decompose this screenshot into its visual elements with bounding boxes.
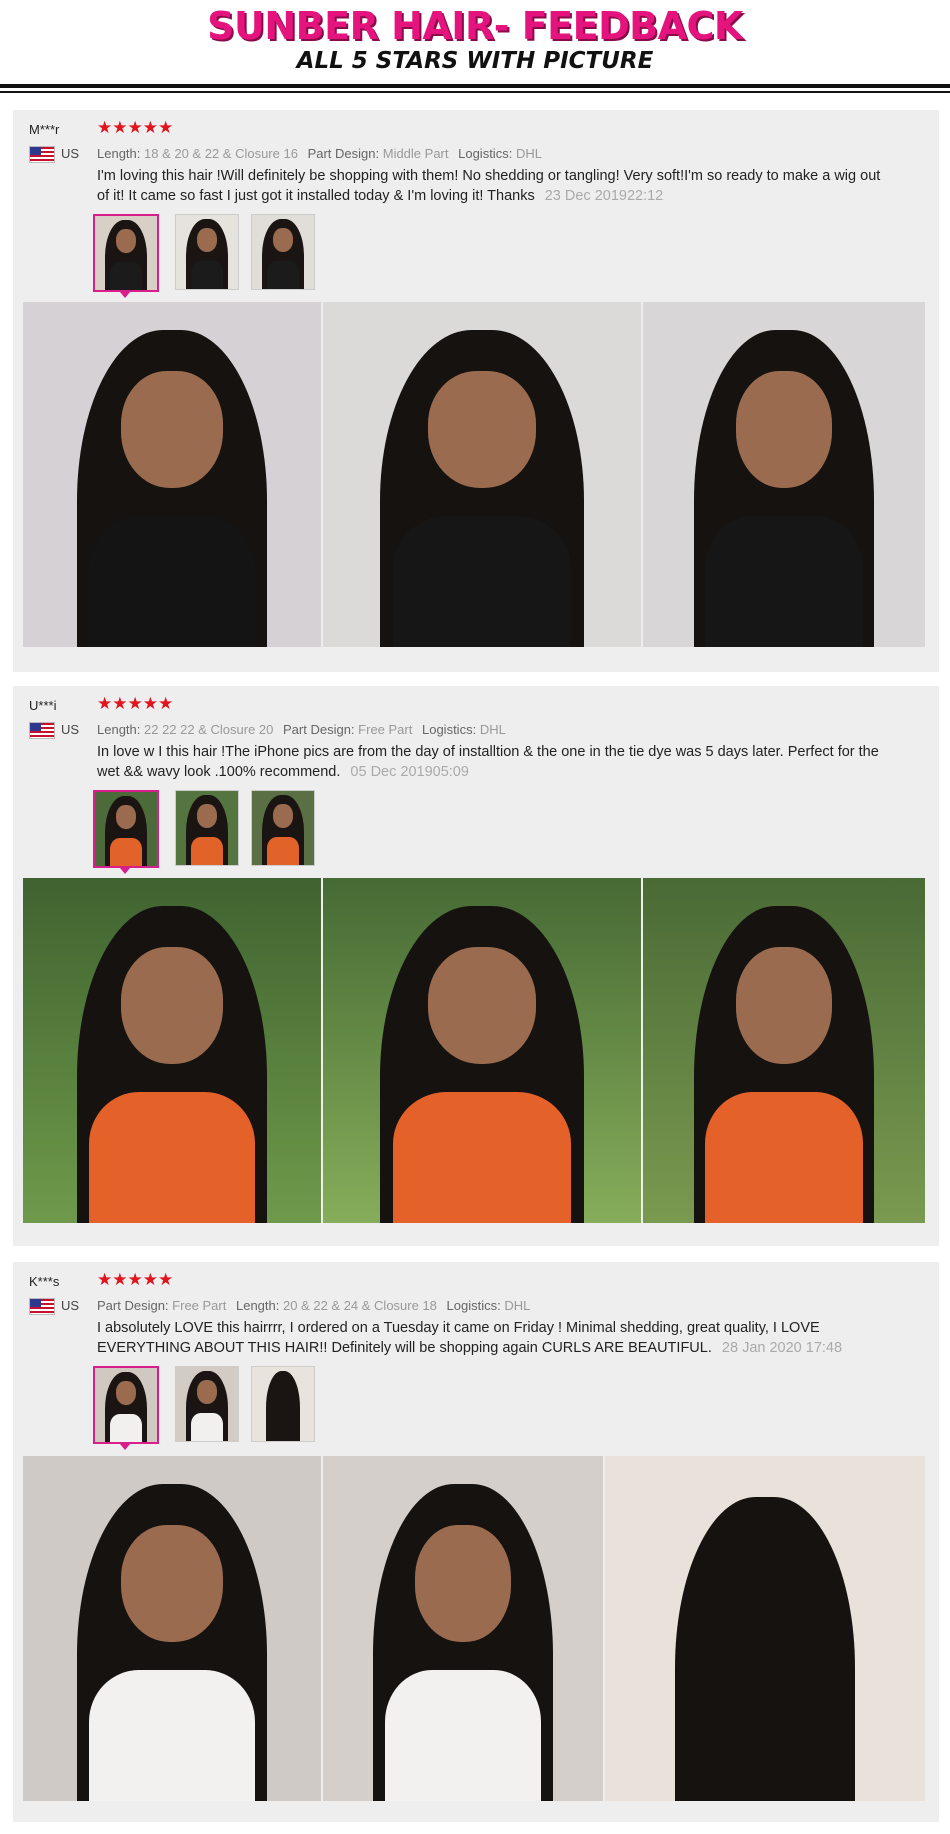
meta-value: Free Part <box>358 722 413 737</box>
reviewer-name: K***s <box>29 1274 60 1289</box>
meta-value: DHL <box>504 1298 531 1313</box>
meta-value: Middle Part <box>382 146 449 161</box>
reviewer-country: US <box>61 722 80 737</box>
review-thumbnail[interactable] <box>175 1366 239 1442</box>
selected-caret-icon <box>120 292 130 298</box>
meta-key: Length: <box>235 1298 280 1313</box>
photo-gallery <box>23 1456 925 1801</box>
meta-key: Logistics: <box>458 146 513 161</box>
page-subtitle: ALL 5 STARS WITH PICTURE <box>296 48 654 74</box>
page-header: SUNBER HAIR- FEEDBACK ALL 5 STARS WITH P… <box>0 0 950 95</box>
photo-gallery <box>23 302 925 647</box>
review-date: 28 Jan 2020 17:48 <box>721 1340 843 1356</box>
review-card: K***s US ★★★★★ Part Design: Free Part Le… <box>13 1262 939 1822</box>
review-body: I'm loving this hair !Will definitely be… <box>97 168 881 204</box>
meta-value: DHL <box>515 146 542 161</box>
meta-value: Free Part <box>172 1298 227 1313</box>
review-thumbnail[interactable] <box>175 790 239 866</box>
customer-photo[interactable] <box>23 878 321 1223</box>
header-divider-thin <box>0 91 950 93</box>
us-flag-icon <box>29 722 55 739</box>
meta-key: Logistics: <box>446 1298 501 1313</box>
meta-key: Part Design: <box>97 1298 169 1313</box>
review-thumbnail[interactable] <box>251 214 315 290</box>
customer-photo[interactable] <box>323 302 641 647</box>
thumbnail-strip <box>93 214 333 298</box>
header-divider <box>0 84 950 88</box>
thumbnail-strip <box>93 1366 333 1450</box>
page-title: SUNBER HAIR- FEEDBACK <box>207 4 743 48</box>
meta-value: 20 & 22 & 24 & Closure 18 <box>282 1298 437 1313</box>
star-rating: ★★★★★ <box>97 1270 174 1289</box>
review-thumbnail[interactable] <box>93 1366 159 1444</box>
reviewer-name: U***i <box>29 698 57 713</box>
customer-photo[interactable] <box>23 302 321 647</box>
photo-gallery <box>23 878 925 1223</box>
selected-caret-icon <box>120 868 130 874</box>
review-meta: Length: 22 22 22 & Closure 20 Part Desig… <box>97 722 512 737</box>
selected-caret-icon <box>120 1444 130 1450</box>
review-date: 05 Dec 201905:09 <box>350 764 469 780</box>
review-thumbnail[interactable] <box>251 1366 315 1442</box>
review-thumbnail[interactable] <box>175 214 239 290</box>
meta-value: 22 22 22 & Closure 20 <box>144 722 274 737</box>
us-flag-icon <box>29 146 55 163</box>
review-thumbnail[interactable] <box>93 214 159 292</box>
meta-key: Logistics: <box>421 722 477 737</box>
review-body: In love w I this hair !The iPhone pics a… <box>97 744 879 780</box>
customer-photo[interactable] <box>323 1456 603 1801</box>
reviewer-country: US <box>61 146 80 161</box>
star-rating: ★★★★★ <box>97 118 174 137</box>
review-card: M***r US ★★★★★ Length: 18 & 20 & 22 & Cl… <box>13 110 939 672</box>
meta-key: Part Design: <box>307 146 380 161</box>
meta-value: DHL <box>479 722 506 737</box>
customer-photo[interactable] <box>23 1456 321 1801</box>
review-meta: Length: 18 & 20 & 22 & Closure 16 Part D… <box>97 146 548 161</box>
reviewer-name: M***r <box>29 122 60 137</box>
customer-photo[interactable] <box>643 302 925 647</box>
review-card: U***i US ★★★★★ Length: 22 22 22 & Closur… <box>13 686 939 1246</box>
review-text: I absolutely LOVE this hairrrr, I ordere… <box>97 1318 887 1358</box>
meta-key: Part Design: <box>283 722 355 737</box>
review-thumbnail[interactable] <box>251 790 315 866</box>
meta-key: Length: <box>97 722 141 737</box>
review-meta: Part Design: Free Part Length: 20 & 22 &… <box>97 1298 536 1313</box>
thumbnail-strip <box>93 790 333 874</box>
review-body: I absolutely LOVE this hairrrr, I ordere… <box>97 1320 820 1356</box>
customer-photo[interactable] <box>643 878 925 1223</box>
customer-photo[interactable] <box>323 878 641 1223</box>
review-date: 23 Dec 201922:12 <box>544 188 664 204</box>
review-thumbnail[interactable] <box>93 790 159 868</box>
customer-photo[interactable] <box>605 1456 925 1801</box>
meta-key: Length: <box>97 146 141 161</box>
reviewer-country: US <box>61 1298 80 1313</box>
meta-value: 18 & 20 & 22 & Closure 16 <box>144 146 298 161</box>
star-rating: ★★★★★ <box>97 694 174 713</box>
us-flag-icon <box>29 1298 55 1315</box>
review-text: In love w I this hair !The iPhone pics a… <box>97 742 887 782</box>
review-text: I'm loving this hair !Will definitely be… <box>97 166 887 206</box>
